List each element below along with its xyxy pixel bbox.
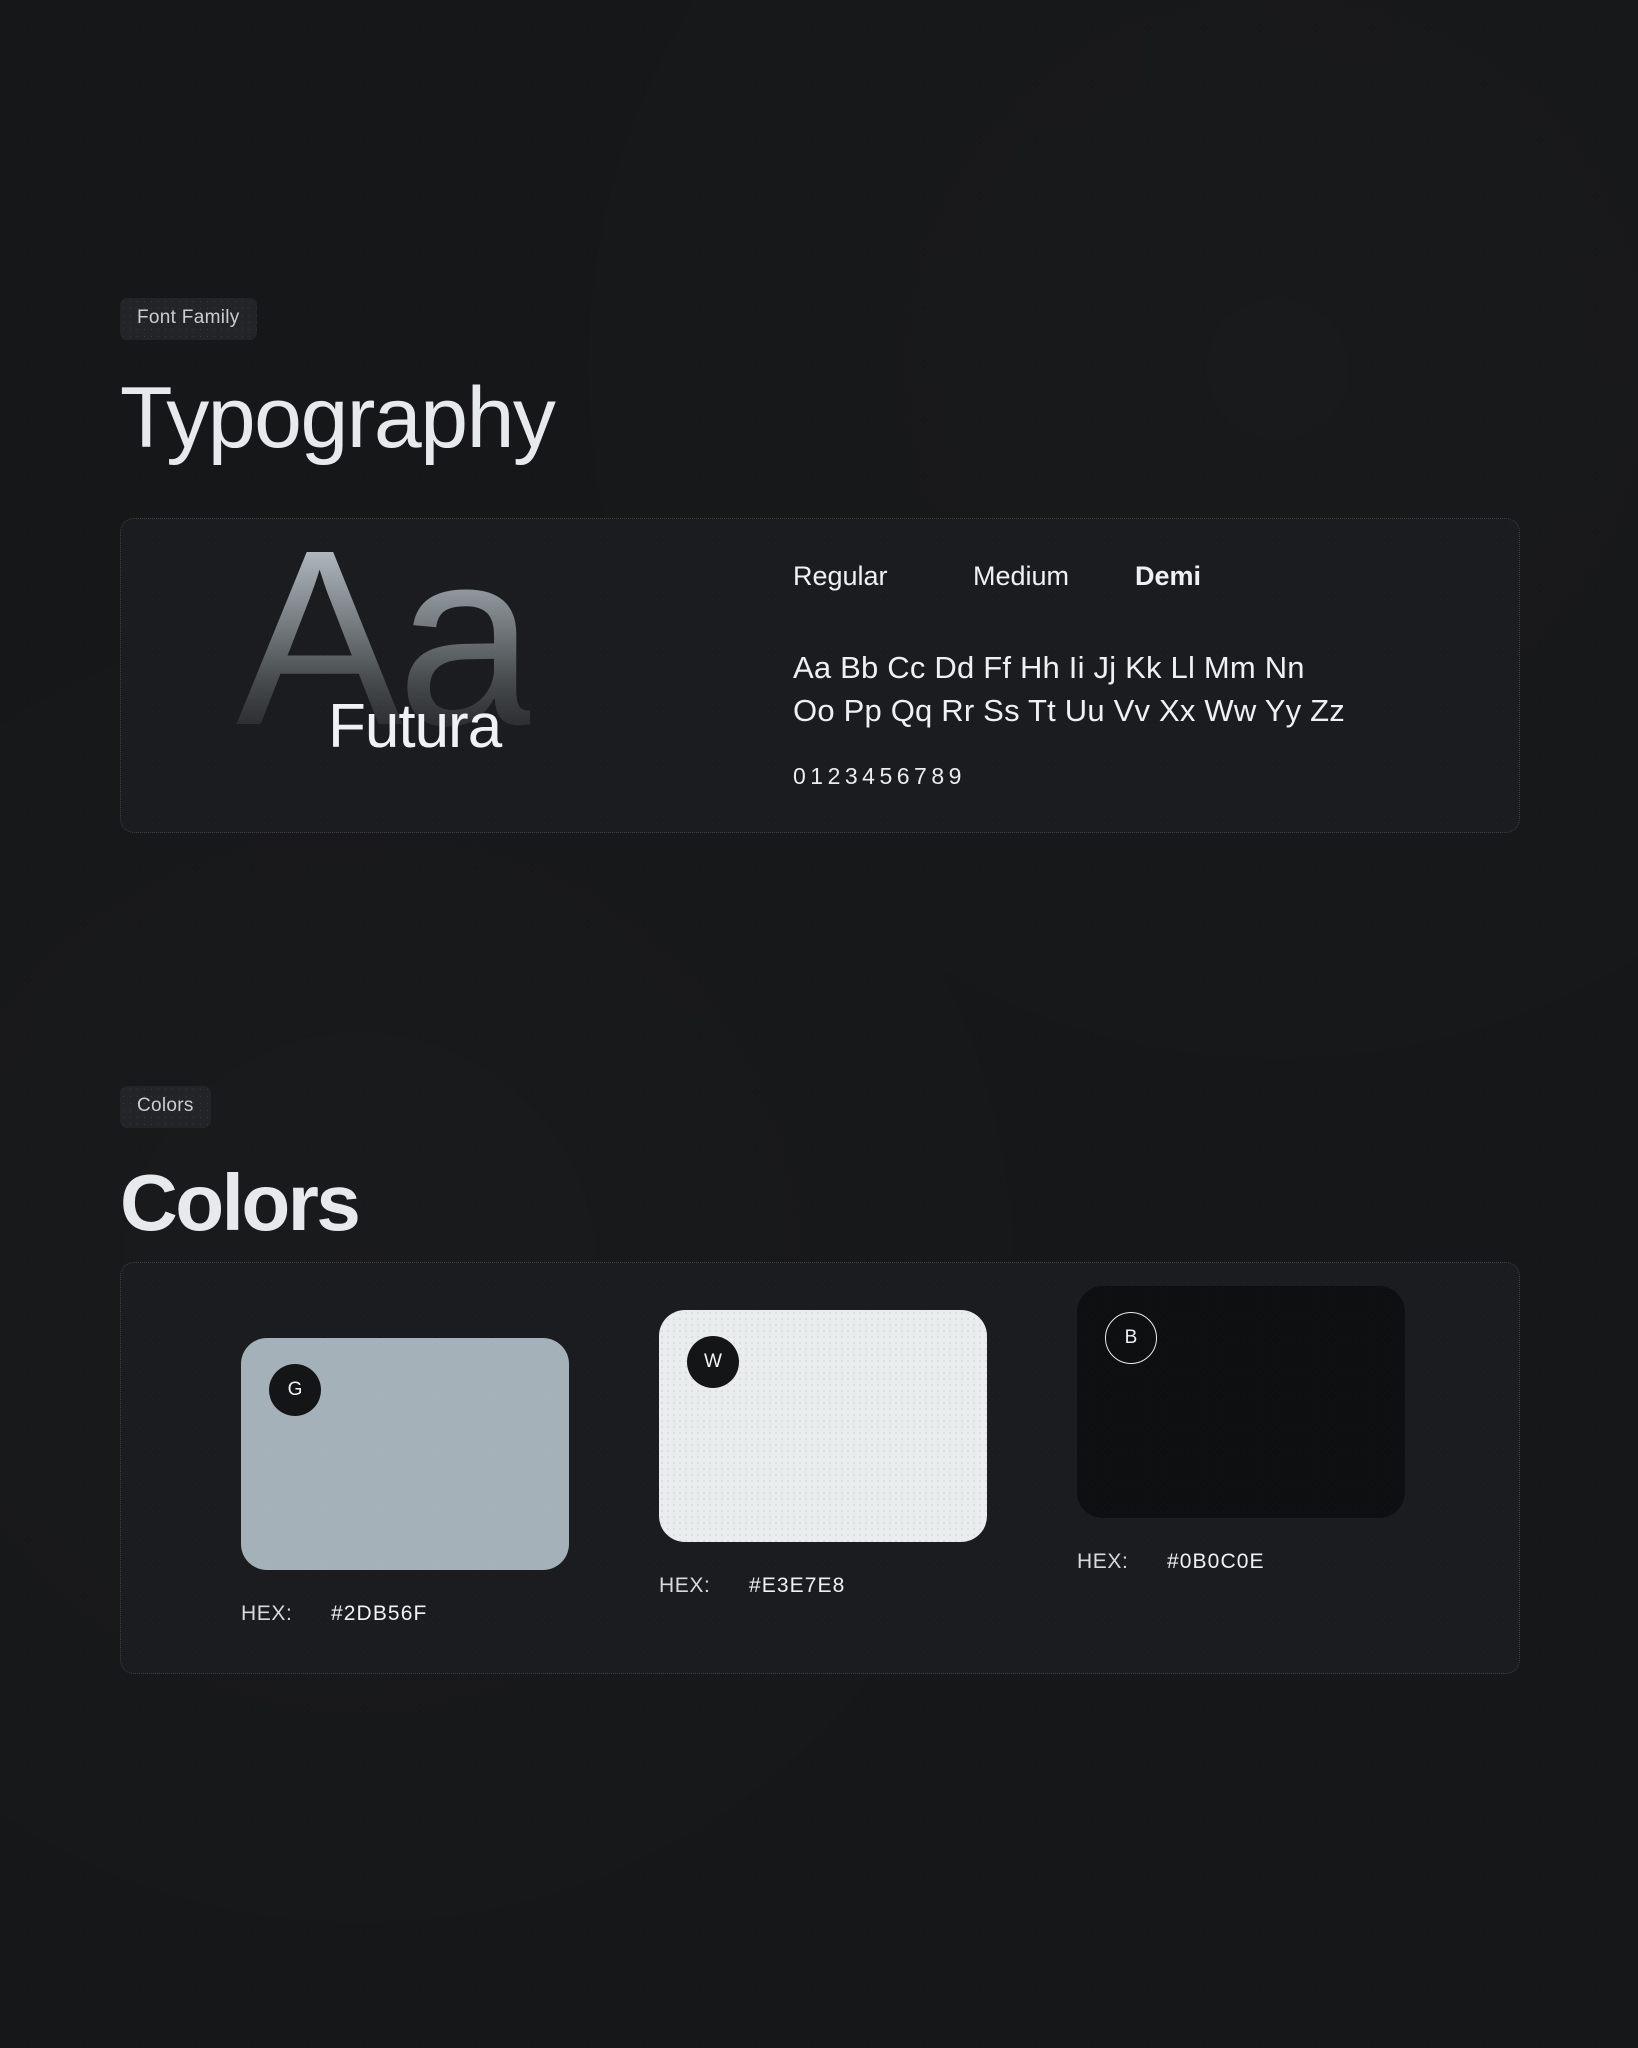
font-weight-medium: Medium [973,561,1070,591]
colors-section-header: Colors Colors [120,1086,361,1247]
color-swatch-item-g: G HEX: #2DB56F [241,1338,569,1626]
colors-page-title: Colors [120,1158,361,1247]
hex-label-w: HEX: [659,1574,711,1597]
alphabet-row-uppercase-first: Aa Bb Cc Dd Ff Hh Ii Jj Kk Ll Mm Nn [793,650,1305,685]
colors-badge-label: Colors [137,1095,194,1116]
alphabet-row-uppercase-second: Oo Pp Qq Rr Ss Tt Uu Vv Xx Ww Yy Zz [793,693,1345,729]
page-root: Font Family Typography Aa Futura Regular… [0,0,1638,2048]
font-weight-regular: Regular [793,561,888,591]
hex-label-g: HEX: [241,1602,293,1625]
hex-value-b: #0B0C0E [1167,1550,1265,1573]
hex-row-b: HEX: #0B0C0E [1077,1550,1405,1574]
font-family-badge-label: Font Family [137,307,240,328]
color-swatch-w[interactable]: W [659,1310,987,1542]
color-swatch-item-b: B HEX: #0B0C0E [1077,1286,1405,1574]
hex-value-w: #E3E7E8 [749,1574,846,1597]
font-family-badge: Font Family [120,298,257,340]
hex-row-w: HEX: #E3E7E8 [659,1574,987,1598]
color-swatch-b[interactable]: B [1077,1286,1405,1518]
typography-section-header: Font Family Typography [120,298,556,466]
swatch-initial-badge-g: G [269,1364,321,1416]
numerals-row: 0123456789 [793,762,966,789]
font-specimen-logo: Aa Futura [236,519,656,809]
typography-card: Aa Futura Regular Medium Demi Aa Bb Cc D… [120,518,1520,833]
font-name-label: Futura [328,692,502,761]
hex-row-g: HEX: #2DB56F [241,1602,569,1626]
hex-value-g: #2DB56F [331,1602,428,1625]
hex-label-b: HEX: [1077,1550,1129,1573]
colors-badge: Colors [120,1086,211,1128]
font-weight-list: Regular Medium Demi [793,561,1453,601]
font-weight-demi: Demi [1135,561,1202,591]
font-specimen-details: Regular Medium Demi Aa Bb Cc Dd Ff Hh Ii… [793,561,1453,790]
swatch-initial-badge-w: W [687,1336,739,1388]
color-swatch-item-w: W HEX: #E3E7E8 [659,1310,987,1598]
colors-card: G HEX: #2DB56F W HEX: #E3E7E8 B HEX: #0B… [120,1262,1520,1674]
typography-page-title: Typography [120,370,556,466]
swatch-initial-badge-b: B [1105,1312,1157,1364]
color-swatch-g[interactable]: G [241,1338,569,1570]
